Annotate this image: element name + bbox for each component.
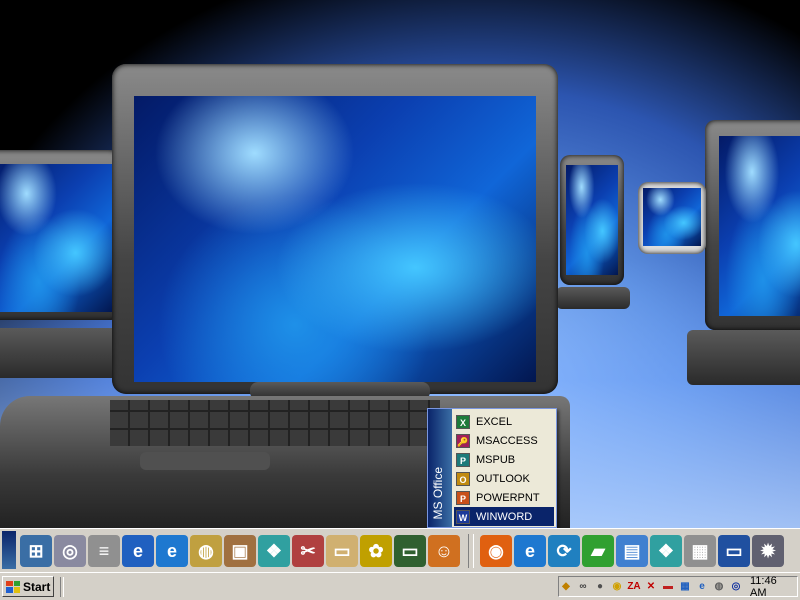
quick-launch-icons: ⊞ ◎ ≡ e e ◍ ▣ ❖ ✂ ▭ ✿ ▭ ☺ ◉ e ⟳ ▰ ▤ ❖ ▦ ▭ ✹: [20, 532, 786, 570]
palette-icon[interactable]: ✿: [360, 535, 392, 567]
office-menu-item-msaccess[interactable]: 🔑 MSACCESS: [454, 431, 554, 450]
publisher-icon: P: [456, 452, 470, 467]
disc-icon[interactable]: ●: [593, 580, 607, 594]
start-button[interactable]: Start: [2, 576, 54, 597]
office-menu-item-label: POWERPNT: [476, 491, 540, 504]
quick-launch-toolbar: ⊞ ◎ ≡ e e ◍ ▣ ❖ ✂ ▭ ✿ ▭ ☺ ◉ e ⟳ ▰ ▤ ❖ ▦ ▭ ✹: [0, 528, 800, 572]
notebook-icon[interactable]: ▰: [582, 535, 614, 567]
bulb-icon[interactable]: ◉: [610, 580, 624, 594]
settings-gear-icon[interactable]: ✹: [752, 535, 784, 567]
office-menu-item-label: MSPUB: [476, 453, 516, 466]
ms-office-menu-list: X EXCEL 🔑 MSACCESS P MSPUB O OUTLOOK P POWERPNT W W…: [454, 412, 554, 526]
start-label: Start: [23, 579, 51, 594]
clock[interactable]: 11:46 AM: [750, 575, 791, 599]
toolbar-grip-handle[interactable]: [2, 531, 16, 569]
ie-page-icon[interactable]: e: [122, 535, 154, 567]
taskbar-separator: [60, 577, 64, 597]
shield-icon[interactable]: ◍: [712, 580, 726, 594]
office-menu-item-mspub[interactable]: P MSPUB: [454, 450, 554, 469]
folder-globe-icon[interactable]: ◍: [190, 535, 222, 567]
outlook-icon: O: [456, 471, 470, 486]
ms-office-menu-title: MS Office: [431, 466, 445, 519]
office-menu-item-excel[interactable]: X EXCEL: [454, 412, 554, 431]
ms-office-menu: MS Office X EXCEL 🔑 MSACCESS P MSPUB O OUTLOOK P…: [427, 408, 557, 528]
toolbar-separator: [468, 534, 474, 568]
window-icon[interactable]: ▭: [718, 535, 750, 567]
excel-icon: X: [456, 414, 470, 429]
link-icon[interactable]: ∞: [576, 580, 590, 594]
ie-tray-icon[interactable]: e: [695, 580, 709, 594]
package-icon[interactable]: ▣: [224, 535, 256, 567]
office-menu-item-label: MSACCESS: [476, 434, 538, 447]
users-icon[interactable]: ☺: [428, 535, 460, 567]
internet-explorer-icon[interactable]: e: [156, 535, 188, 567]
internet-explorer-icon[interactable]: e: [514, 535, 546, 567]
wallpaper-laptop-center: [0, 62, 800, 528]
wallpaper-keyboard: [110, 400, 440, 446]
wallpaper-touchpad: [140, 452, 270, 470]
cubes-icon[interactable]: ❖: [258, 535, 290, 567]
speaker-icon[interactable]: ◎: [729, 580, 743, 594]
access-icon: 🔑: [456, 433, 470, 448]
ms-office-menu-sidebar: MS Office: [428, 409, 452, 527]
document-icon[interactable]: ≡: [88, 535, 120, 567]
office-menu-item-powerpnt[interactable]: P POWERPNT: [454, 488, 554, 507]
desktop-wallpaper: [0, 0, 800, 528]
computer-icon[interactable]: ▭: [394, 535, 426, 567]
taskbar: Start ◆ ∞ ● ◉ ZA ✕ ▬ ▦ e ◍ ◎ 11:46 AM: [0, 572, 800, 600]
powerpoint-icon: P: [456, 490, 470, 505]
cubes-icon[interactable]: ❖: [650, 535, 682, 567]
office-menu-item-outlook[interactable]: O OUTLOOK: [454, 469, 554, 488]
x-icon[interactable]: ✕: [644, 580, 658, 594]
sync-icon[interactable]: ⟳: [548, 535, 580, 567]
tools-icon[interactable]: ✂: [292, 535, 324, 567]
office-menu-item-label: EXCEL: [476, 415, 513, 428]
cd-icon[interactable]: ◎: [54, 535, 86, 567]
firefox-icon[interactable]: ◉: [480, 535, 512, 567]
notepad-icon[interactable]: ▤: [616, 535, 648, 567]
battery-icon[interactable]: ▬: [661, 580, 675, 594]
system-tray: ◆ ∞ ● ◉ ZA ✕ ▬ ▦ e ◍ ◎ 11:46 AM: [558, 575, 798, 599]
tray-icons: ◆ ∞ ● ◉ ZA ✕ ▬ ▦ e ◍ ◎: [559, 580, 746, 594]
word-icon: W: [456, 509, 470, 524]
office-menu-item-label: WINWORD: [476, 510, 533, 523]
diamond-icon[interactable]: ◆: [559, 580, 573, 594]
network-tray-icon[interactable]: ▦: [678, 580, 692, 594]
calculator-icon[interactable]: ▦: [684, 535, 716, 567]
network-icon[interactable]: ⊞: [20, 535, 52, 567]
office-menu-item-winword[interactable]: W WINWORD: [454, 507, 554, 526]
zonealarm-icon[interactable]: ZA: [627, 580, 641, 594]
windows-logo-icon: [6, 580, 20, 593]
office-menu-item-label: OUTLOOK: [476, 472, 530, 485]
folder-icon[interactable]: ▭: [326, 535, 358, 567]
